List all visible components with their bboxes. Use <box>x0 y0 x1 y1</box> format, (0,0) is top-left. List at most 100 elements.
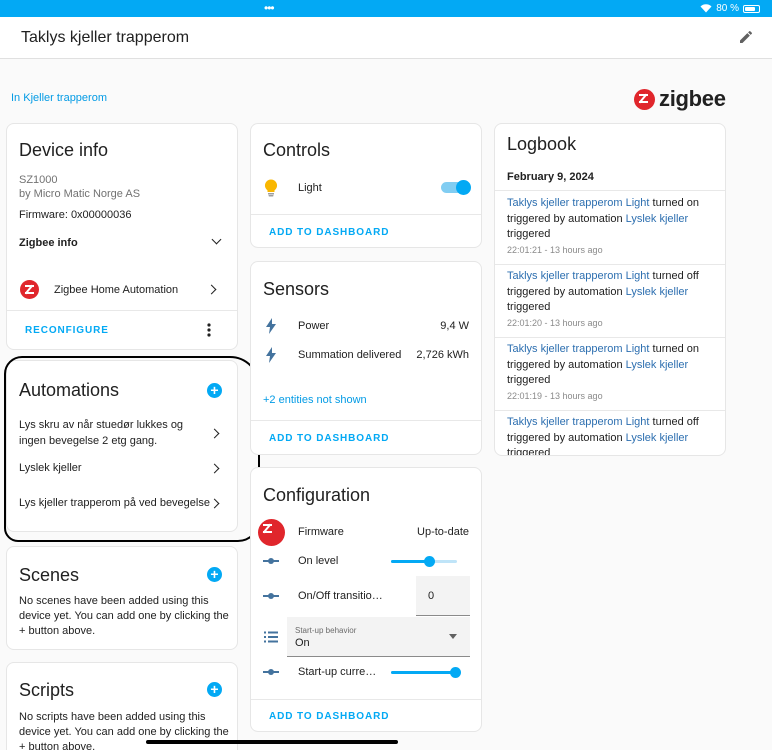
transition-input[interactable]: 0 <box>416 576 470 616</box>
add-script-button[interactable]: + <box>207 682 222 697</box>
device-firmware: Firmware: 0x00000036 <box>19 209 132 221</box>
entry-time: 22:01:19 - 13 hours ago <box>507 390 603 401</box>
divider <box>7 310 237 311</box>
more-vert-icon[interactable] <box>206 323 212 337</box>
transition-label: On/Off transitio… <box>298 590 383 602</box>
hidden-entities-link[interactable]: +2 entities not shown <box>263 394 367 406</box>
entry-trigger: triggered <box>507 228 551 240</box>
card-title: Scenes <box>19 565 80 585</box>
add-to-dashboard-button[interactable]: ADD TO DASHBOARD <box>269 433 389 444</box>
sensor-value: 9,4 W <box>440 320 469 332</box>
device-manufacturer: by Micro Matic Norge AS <box>19 188 141 200</box>
divider <box>495 190 725 191</box>
battery-label: 80 % <box>716 3 739 14</box>
entity-link[interactable]: Taklys kjeller trapperom Light <box>507 197 649 209</box>
automation-link[interactable]: Lyslek kjeller <box>626 432 689 444</box>
sensor-value: 2,726 kWh <box>416 349 469 361</box>
device-model: SZ1000 <box>19 174 58 186</box>
page-title: Taklys kjeller trapperom <box>21 29 190 46</box>
configuration-card: Configuration Firmware Up-to-date On lev… <box>250 467 482 732</box>
entry-action: turned off <box>652 416 699 428</box>
sensor-label: Summation delivered <box>298 349 402 361</box>
entry-trigger: triggered <box>507 301 551 313</box>
add-to-dashboard-button[interactable]: ADD TO DASHBOARD <box>269 227 389 238</box>
entry-by: triggered by automation <box>507 358 623 371</box>
zigbee-info-row[interactable]: Zigbee info <box>7 230 237 256</box>
card-title: Scripts <box>19 680 75 700</box>
controls-card: Controls Light ADD TO DASHBOARD <box>250 123 482 248</box>
area-link[interactable]: In Kjeller trapperom <box>11 92 107 104</box>
divider <box>251 699 481 700</box>
pencil-icon[interactable] <box>738 29 754 45</box>
slider-icon <box>263 558 279 564</box>
zigbee-info-label: Zigbee info <box>19 237 78 249</box>
scenes-card: Scenes + No scenes have been added using… <box>6 546 238 650</box>
logbook-entry: Taklys kjeller trapperom Light turned of… <box>507 269 715 331</box>
slider-icon <box>263 669 279 675</box>
divider <box>251 214 481 215</box>
zigbee-icon <box>258 519 285 546</box>
list-icon <box>264 631 278 643</box>
startup-behavior-select[interactable]: Start-up behavior On <box>287 617 470 657</box>
zigbee-icon <box>20 280 39 299</box>
sensor-label: Power <box>298 320 330 332</box>
slider-thumb[interactable] <box>423 556 435 567</box>
divider <box>495 337 725 338</box>
entry-by: triggered by automation <box>507 431 623 444</box>
automation-link[interactable]: Lyslek kjeller <box>626 359 689 371</box>
divider <box>495 410 725 411</box>
slider-icon <box>263 593 279 599</box>
entity-link[interactable]: Taklys kjeller trapperom Light <box>507 416 649 428</box>
zigbee-logo-icon <box>634 88 655 110</box>
device-info-card: Device info SZ1000 by Micro Matic Norge … <box>6 123 238 350</box>
logbook-entry: Taklys kjeller trapperom Light turned on… <box>507 196 715 258</box>
empty-message: No scripts have been added using this de… <box>19 711 229 750</box>
transition-value: 0 <box>428 590 435 602</box>
card-title: Configuration <box>263 485 371 505</box>
firmware-value: Up-to-date <box>417 526 469 538</box>
sensors-card: Sensors Power 9,4 W Summation delivered … <box>250 261 482 455</box>
startup-current-slider[interactable] <box>391 667 461 678</box>
top-app-bar: Taklys kjeller trapperom <box>0 17 772 59</box>
light-label: Light <box>298 182 322 194</box>
status-bar: ••• 80 % <box>0 0 772 17</box>
card-title: Device info <box>19 140 109 160</box>
entry-action: turned on <box>652 197 699 209</box>
slider-thumb[interactable] <box>449 667 461 678</box>
select-label: Start-up behavior <box>295 626 357 635</box>
hand-drawn-highlight <box>4 356 260 542</box>
empty-message: No scenes have been added using this dev… <box>19 595 229 637</box>
multitask-dots[interactable]: ••• <box>264 1 275 15</box>
card-title: Sensors <box>263 279 330 299</box>
entry-time: 22:01:20 - 13 hours ago <box>507 317 603 328</box>
flash-icon <box>266 318 276 334</box>
entry-action: turned on <box>652 343 699 355</box>
entry-by: triggered by automation <box>507 285 623 298</box>
card-title: Controls <box>263 140 331 160</box>
logbook-card: Logbook February 9, 2024 Taklys kjeller … <box>494 123 726 456</box>
battery-icon <box>743 4 760 13</box>
home-indicator <box>146 740 398 744</box>
entity-link[interactable]: Taklys kjeller trapperom Light <box>507 270 649 282</box>
entry-trigger: triggered <box>507 447 551 456</box>
entity-link[interactable]: Taklys kjeller trapperom Light <box>507 343 649 355</box>
integration-row[interactable]: Zigbee Home Automation <box>7 274 237 304</box>
add-scene-button[interactable]: + <box>207 567 222 582</box>
firmware-label: Firmware <box>298 526 344 538</box>
entry-time: 22:01:21 - 13 hours ago <box>507 244 603 255</box>
scripts-card: Scripts + No scripts have been added usi… <box>6 662 238 750</box>
divider <box>251 420 481 421</box>
automation-link[interactable]: Lyslek kjeller <box>626 286 689 298</box>
entry-trigger: triggered <box>507 374 551 386</box>
light-toggle[interactable] <box>441 180 471 195</box>
wifi-icon <box>700 4 712 13</box>
automation-link[interactable]: Lyslek kjeller <box>626 213 689 225</box>
add-to-dashboard-button[interactable]: ADD TO DASHBOARD <box>269 711 389 722</box>
on-level-label: On level <box>298 555 339 567</box>
entry-by: triggered by automation <box>507 212 623 225</box>
logbook-entry: Taklys kjeller trapperom Light turned on… <box>507 342 715 404</box>
on-level-slider[interactable] <box>391 556 457 567</box>
chevron-down-icon <box>211 234 222 245</box>
entry-action: turned off <box>652 270 699 282</box>
reconfigure-button[interactable]: RECONFIGURE <box>25 325 109 336</box>
